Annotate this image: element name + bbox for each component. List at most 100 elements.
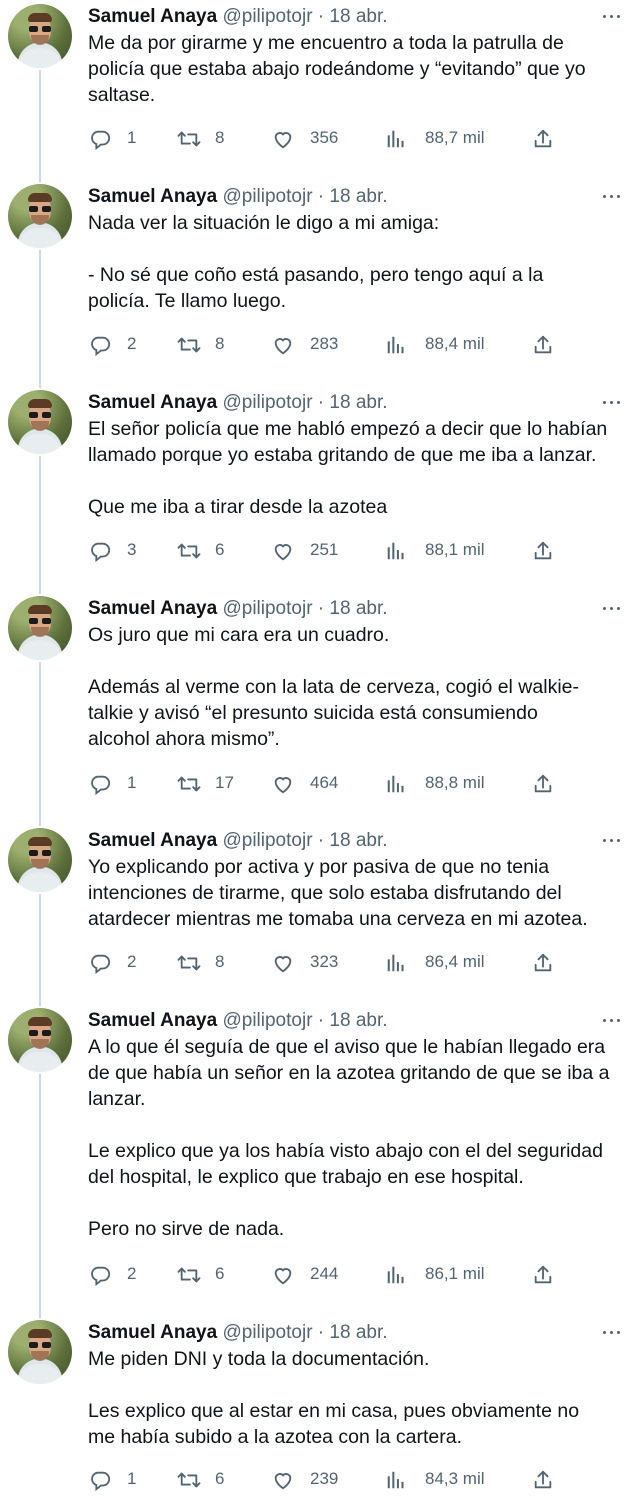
more-icon[interactable] — [601, 186, 623, 206]
avatar-beard — [31, 421, 49, 431]
more-icon[interactable] — [601, 1322, 623, 1342]
avatar[interactable] — [8, 4, 72, 68]
tweet[interactable]: Samuel Anaya @pilipotojr · 18 abr. Os ju… — [0, 594, 630, 798]
avatar-shirt — [18, 1052, 62, 1072]
avatar[interactable] — [8, 390, 72, 454]
author-handle[interactable]: @pilipotojr — [222, 830, 312, 851]
avatar-beard — [31, 35, 49, 45]
avatar[interactable] — [8, 596, 72, 660]
tweet-header: Samuel Anaya @pilipotojr · 18 abr. — [88, 6, 388, 28]
tweet-date[interactable]: 18 abr. — [329, 1010, 387, 1031]
author-name[interactable]: Samuel Anaya — [88, 6, 217, 27]
like-count: 283 — [310, 334, 339, 353]
reply-count: 1 — [127, 128, 137, 147]
author-name[interactable]: Samuel Anaya — [88, 598, 217, 619]
tweet-date[interactable]: 18 abr. — [329, 186, 387, 207]
avatar[interactable] — [8, 1008, 72, 1072]
avatar-glasses — [29, 412, 51, 418]
tweet-text: Me da por girarme y me encuentro a toda … — [88, 32, 586, 106]
author-handle[interactable]: @pilipotojr — [222, 598, 312, 619]
author-handle[interactable]: @pilipotojr — [222, 392, 312, 413]
tweet-actions: 3 6 251 88,1 mil — [0, 537, 630, 563]
tweet[interactable]: Samuel Anaya @pilipotojr · 18 abr. Nada … — [0, 182, 630, 359]
retweet-count: 8 — [215, 952, 225, 971]
like-count: 244 — [310, 1264, 339, 1283]
tweet[interactable]: Samuel Anaya @pilipotojr · 18 abr. A lo … — [0, 1006, 630, 1289]
tweet-date[interactable]: 18 abr. — [329, 392, 387, 413]
avatar-glasses — [29, 1030, 51, 1036]
retweet-count: 6 — [215, 1264, 225, 1283]
tweet-text: Nada ver la situación le digo a mi amiga… — [88, 212, 544, 312]
author-handle[interactable]: @pilipotojr — [222, 186, 312, 207]
retweet-count: 6 — [215, 540, 225, 559]
like-count: 356 — [310, 128, 339, 147]
reply-count: 2 — [127, 1264, 137, 1283]
views-count: 86,1 mil — [425, 1264, 485, 1283]
avatar-beard — [31, 627, 49, 637]
views-count: 88,7 mil — [425, 128, 485, 147]
tweet-header: Samuel Anaya @pilipotojr · 18 abr. — [88, 186, 388, 208]
author-name[interactable]: Samuel Anaya — [88, 1010, 217, 1031]
more-icon[interactable] — [601, 598, 623, 618]
tweet-header: Samuel Anaya @pilipotojr · 18 abr. — [88, 1010, 388, 1032]
author-handle[interactable]: @pilipotojr — [222, 1010, 312, 1031]
reply-count: 1 — [127, 1469, 137, 1488]
header-separator: · — [317, 392, 325, 413]
author-name[interactable]: Samuel Anaya — [88, 392, 217, 413]
avatar-glasses — [29, 206, 51, 212]
avatar-hair — [28, 13, 52, 22]
author-name[interactable]: Samuel Anaya — [88, 830, 217, 851]
avatar-beard — [31, 1351, 49, 1361]
more-icon[interactable] — [601, 830, 623, 850]
more-icon[interactable] — [601, 392, 623, 412]
avatar-beard — [31, 215, 49, 225]
tweet-text: El señor policía que me habló empezó a d… — [88, 418, 608, 518]
tweet[interactable]: Samuel Anaya @pilipotojr · 18 abr. Yo ex… — [0, 826, 630, 977]
author-name[interactable]: Samuel Anaya — [88, 1322, 217, 1343]
tweet-text: Me piden DNI y toda la documentación. Le… — [88, 1348, 580, 1448]
like-count: 239 — [310, 1469, 339, 1488]
tweet-date[interactable]: 18 abr. — [329, 1322, 387, 1343]
header-separator: · — [317, 186, 325, 207]
tweet[interactable]: Samuel Anaya @pilipotojr · 18 abr. Me pi… — [0, 1318, 630, 1494]
tweet[interactable]: Samuel Anaya @pilipotojr · 18 abr. El se… — [0, 388, 630, 565]
author-handle[interactable]: @pilipotojr — [222, 6, 312, 27]
retweet-count: 8 — [215, 334, 225, 353]
avatar-beard — [31, 859, 49, 869]
tweet-date[interactable]: 18 abr. — [329, 830, 387, 851]
avatar-shirt — [18, 1364, 62, 1384]
views-count: 86,4 mil — [425, 952, 485, 971]
views-count: 84,3 mil — [425, 1469, 485, 1488]
tweet-actions: 2 8 283 88,4 mil — [0, 331, 630, 357]
avatar-hair — [28, 605, 52, 614]
author-name[interactable]: Samuel Anaya — [88, 186, 217, 207]
tweet-thread: Samuel Anaya @pilipotojr · 18 abr. Me da… — [0, 0, 630, 1497]
header-separator: · — [317, 598, 325, 619]
tweet[interactable]: Samuel Anaya @pilipotojr · 18 abr. Me da… — [0, 2, 630, 153]
avatar-hair — [28, 837, 52, 846]
views-count: 88,4 mil — [425, 334, 485, 353]
tweet-actions: 1 17 464 88,8 mil — [0, 770, 630, 796]
tweet-actions: 2 6 244 86,1 mil — [0, 1261, 630, 1287]
avatar-beard — [31, 1039, 49, 1049]
avatar-glasses — [29, 850, 51, 856]
avatar-shirt — [18, 228, 62, 248]
avatar-glasses — [29, 618, 51, 624]
tweet-date[interactable]: 18 abr. — [329, 598, 387, 619]
retweet-count: 6 — [215, 1469, 225, 1488]
tweet-date[interactable]: 18 abr. — [329, 6, 387, 27]
tweet-text: Yo explicando por activa y por pasiva de… — [88, 856, 588, 930]
avatar-hair — [28, 1017, 52, 1026]
author-handle[interactable]: @pilipotojr — [222, 1322, 312, 1343]
more-icon[interactable] — [601, 6, 623, 26]
avatar[interactable] — [8, 184, 72, 248]
avatar[interactable] — [8, 1320, 72, 1384]
avatar[interactable] — [8, 828, 72, 892]
tweet-header: Samuel Anaya @pilipotojr · 18 abr. — [88, 392, 388, 414]
header-separator: · — [317, 830, 325, 851]
reply-count: 2 — [127, 952, 137, 971]
avatar-hair — [28, 1329, 52, 1338]
avatar-glasses — [29, 26, 51, 32]
header-separator: · — [317, 6, 325, 27]
more-icon[interactable] — [601, 1010, 623, 1030]
